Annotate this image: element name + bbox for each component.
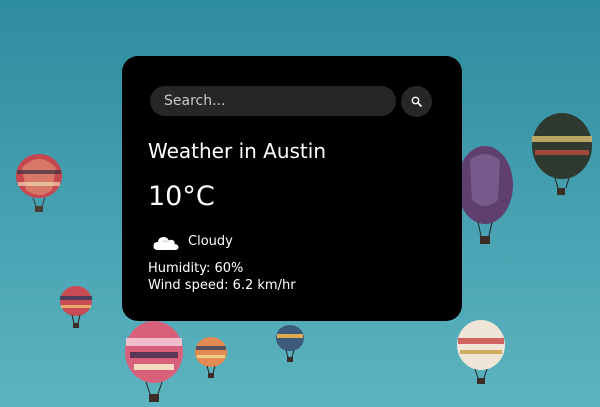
search-input[interactable] <box>150 86 396 116</box>
temperature: 10°C <box>148 181 215 212</box>
city-title: Weather in Austin <box>148 139 327 163</box>
wind-speed-text: Wind speed: 6.2 km/hr <box>148 278 296 293</box>
search-bar <box>150 86 432 117</box>
search-button[interactable] <box>401 86 432 117</box>
search-icon <box>411 96 422 107</box>
cloud-icon <box>153 237 179 250</box>
condition-label: Cloudy <box>188 234 233 249</box>
weather-card: Weather in Austin 10°C Cloudy Humidity: … <box>122 56 462 321</box>
humidity-text: Humidity: 60% <box>148 261 244 276</box>
